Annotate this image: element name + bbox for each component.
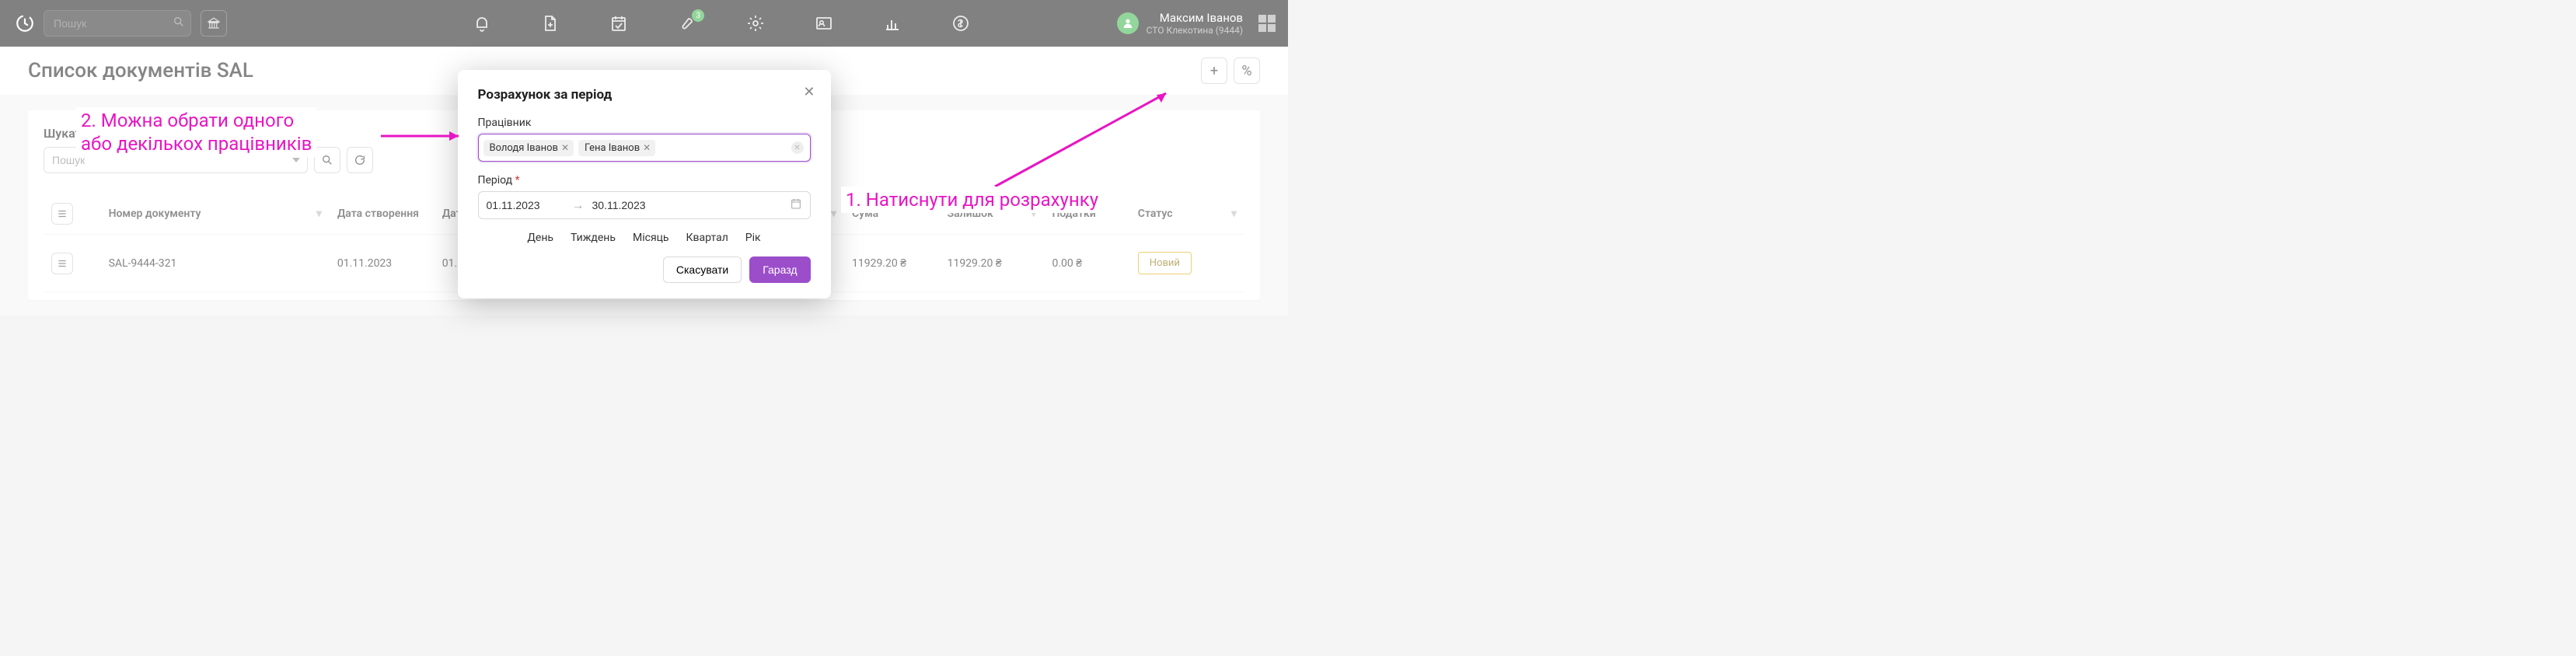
period-label: Період * [478, 174, 811, 187]
date-to-input[interactable] [592, 199, 670, 211]
date-range-input[interactable]: → [478, 191, 811, 219]
arrow-right-icon: → [572, 197, 585, 213]
remove-tag-icon[interactable]: ✕ [561, 142, 569, 153]
calendar-icon[interactable] [790, 197, 802, 213]
date-from-input[interactable] [487, 199, 564, 211]
employee-input[interactable]: Володя Іванов✕ Гена Іванов✕ ✕ [478, 134, 811, 162]
modal-title: Розрахунок за період [478, 87, 811, 103]
close-icon[interactable]: ✕ [803, 84, 815, 100]
remove-tag-icon[interactable]: ✕ [643, 142, 651, 153]
employee-label: Працівник [478, 117, 811, 129]
employee-tag[interactable]: Володя Іванов✕ [483, 140, 574, 156]
annotation-1: 1. Натиснути для розрахунку [841, 187, 1103, 213]
preset-week[interactable]: Тиждень [571, 232, 616, 244]
presets: День Тиждень Місяць Квартал Рік [478, 232, 811, 244]
annotation-2: 2. Можна обрати одного або декількох пра… [76, 107, 316, 157]
cancel-button[interactable]: Скасувати [663, 256, 742, 283]
preset-month[interactable]: Місяць [633, 232, 669, 244]
preset-day[interactable]: День [527, 232, 553, 244]
preset-quarter[interactable]: Квартал [686, 232, 728, 244]
preset-year[interactable]: Рік [745, 232, 761, 244]
period-modal: ✕ Розрахунок за період Працівник Володя … [458, 70, 831, 298]
employee-tag[interactable]: Гена Іванов✕ [578, 140, 655, 156]
ok-button[interactable]: Гаразд [749, 256, 810, 283]
clear-all-icon[interactable]: ✕ [791, 141, 804, 154]
